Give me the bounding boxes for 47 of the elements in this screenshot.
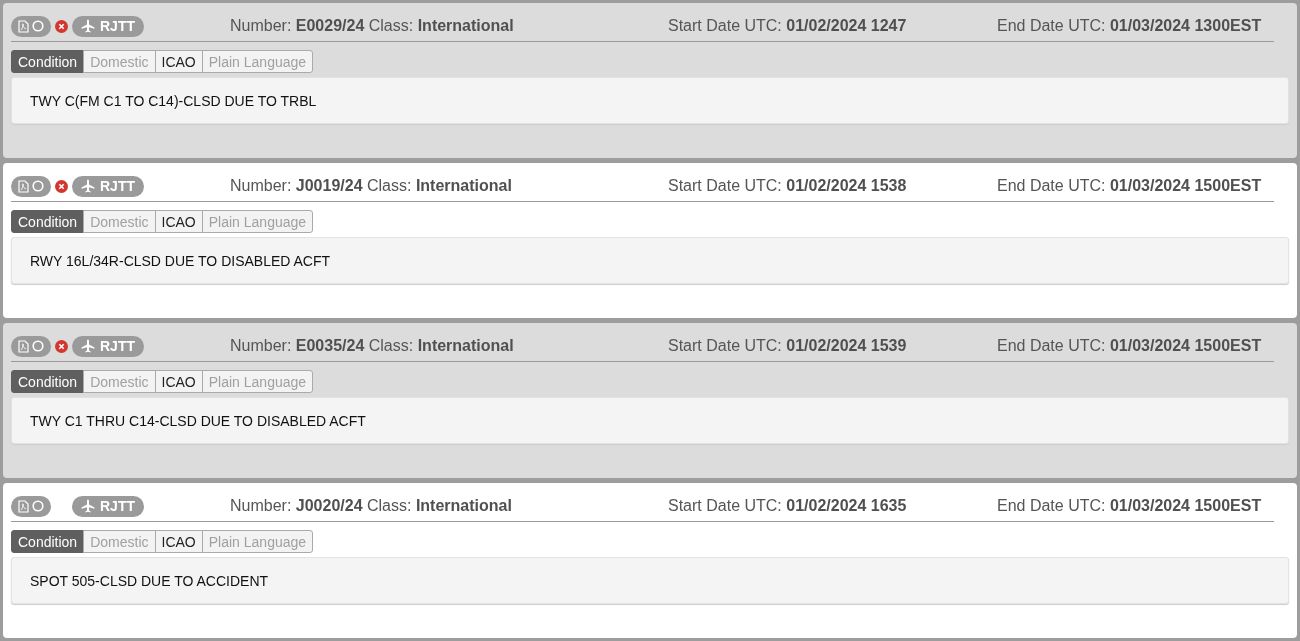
notam-text: TWY C1 THRU C14-CLSD DUE TO DISABLED ACFT: [30, 412, 366, 429]
cancel-icon[interactable]: [55, 179, 68, 193]
notam-number: Number: J0020/24 Class: International: [230, 497, 513, 515]
airplane-icon: [81, 19, 95, 33]
circle-icon: [32, 340, 44, 352]
cancel-icon[interactable]: [55, 19, 68, 33]
format-tab[interactable]: ICAO: [154, 370, 203, 393]
pdf-icon: [18, 499, 29, 513]
format-tab[interactable]: Condition: [11, 50, 85, 73]
notam-text: TWY C(FM C1 TO C14)-CLSD DUE TO TRBL: [30, 92, 317, 109]
pdf-toggle-button[interactable]: [11, 15, 51, 37]
start-date: Start Date UTC: 01/02/2024 1635: [668, 497, 908, 515]
format-tab[interactable]: ICAO: [154, 530, 203, 553]
location-button[interactable]: RJTT: [72, 15, 144, 37]
pdf-toggle-button[interactable]: [11, 175, 51, 197]
start-date: Start Date UTC: 01/02/2024 1539: [668, 337, 908, 355]
format-tab[interactable]: Condition: [11, 370, 85, 393]
cancel-icon[interactable]: [55, 339, 68, 353]
circle-icon: [32, 20, 44, 32]
start-date: Start Date UTC: 01/02/2024 1247: [668, 17, 908, 35]
format-tab[interactable]: Condition: [11, 530, 85, 553]
notam-text: SPOT 505-CLSD DUE TO ACCIDENT: [30, 572, 269, 589]
format-tab[interactable]: ICAO: [154, 210, 203, 233]
pdf-icon: [18, 179, 29, 193]
notam-number: Number: E0029/24 Class: International: [230, 17, 515, 35]
end-date: End Date UTC: 01/03/2024 1300EST: [997, 17, 1262, 35]
pdf-toggle-button[interactable]: [11, 495, 51, 517]
end-date: End Date UTC: 01/03/2024 1500EST: [997, 337, 1262, 355]
format-tab[interactable]: Condition: [11, 210, 85, 233]
format-tab[interactable]: ICAO: [154, 50, 203, 73]
notam-text: RWY 16L/34R-CLSD DUE TO DISABLED ACFT: [30, 252, 331, 269]
pdf-icon: [18, 19, 29, 33]
circle-icon: [32, 500, 44, 512]
end-date: End Date UTC: 01/03/2024 1500EST: [997, 177, 1262, 195]
pdf-toggle-button[interactable]: [11, 335, 51, 357]
notam-number: Number: J0019/24 Class: International: [230, 177, 513, 195]
airplane-icon: [81, 499, 95, 513]
notam-number: Number: E0035/24 Class: International: [230, 337, 515, 355]
end-date: End Date UTC: 01/03/2024 1500EST: [997, 497, 1262, 515]
pdf-icon: [18, 339, 29, 353]
airplane-icon: [81, 339, 95, 353]
location-button[interactable]: RJTT: [72, 175, 144, 197]
location-button[interactable]: RJTT: [72, 335, 144, 357]
circle-icon: [32, 180, 44, 192]
location-button[interactable]: RJTT: [72, 495, 144, 517]
start-date: Start Date UTC: 01/02/2024 1538: [668, 177, 908, 195]
airplane-icon: [81, 179, 95, 193]
